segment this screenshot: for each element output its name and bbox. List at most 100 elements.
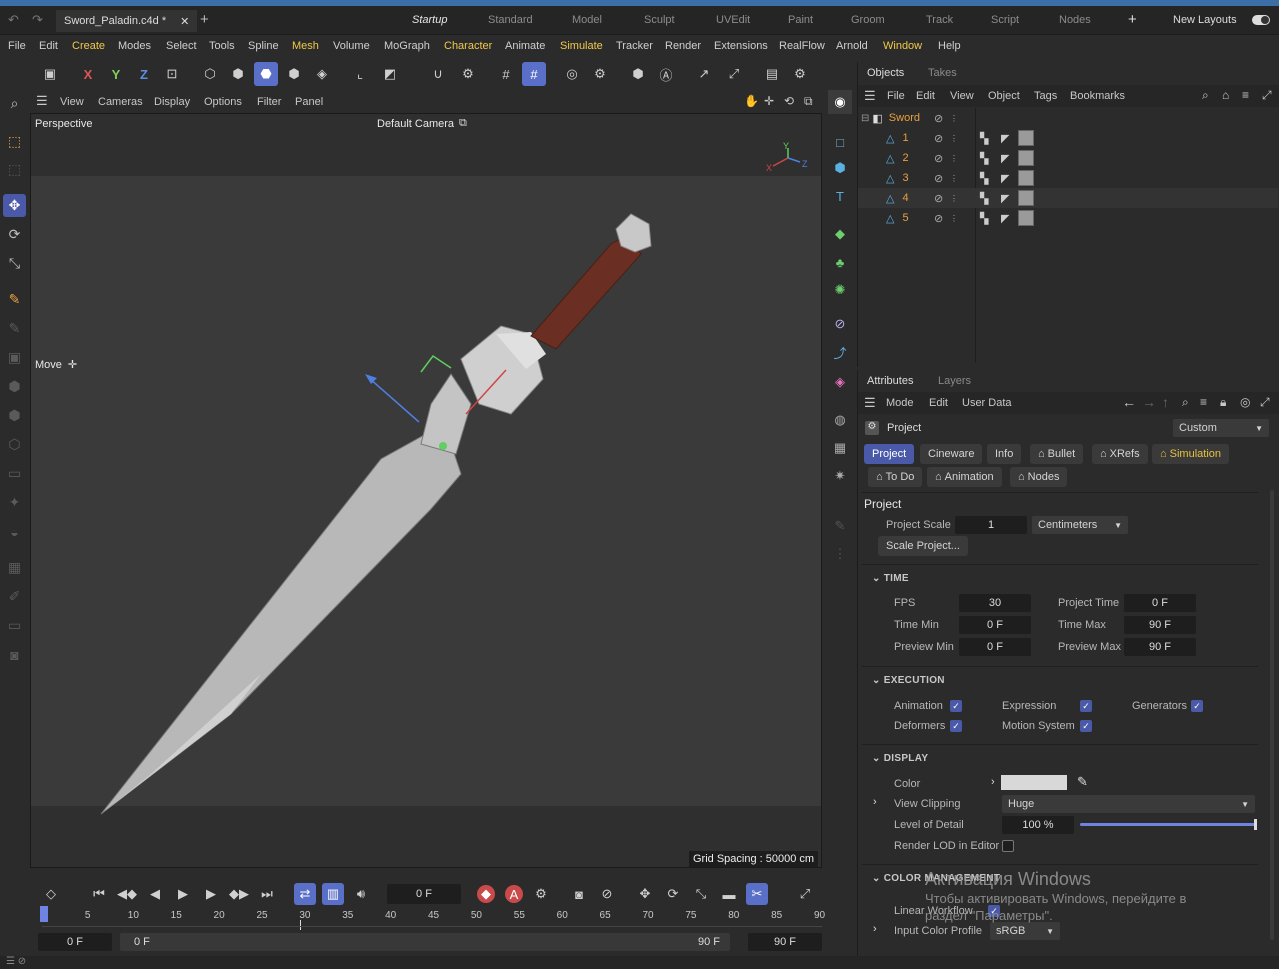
key-pla-icon[interactable]: ✂ [746,883,768,905]
tab-bullet-button[interactable]: ⌂ Bullet [1030,444,1084,464]
visibility-dots-icon[interactable]: ⋮ [950,154,958,163]
key-param-icon[interactable]: ▬ [718,883,740,905]
coordinate-system-icon[interactable]: ⊡ [160,62,184,86]
key-filter-icon[interactable]: ⊘ [596,883,618,905]
back-arrow-icon[interactable]: ← [1122,394,1136,410]
viewport-menu-display[interactable]: Display [154,96,190,108]
section-execution-title[interactable]: ⌄ EXECUTION [872,675,945,686]
key-scale-icon[interactable]: ⤡ [690,883,712,905]
objects-menu-bookmarks[interactable]: Bookmarks [1070,90,1125,102]
uvw-tag-icon[interactable]: ◤ [1001,172,1009,185]
magnet-icon[interactable]: ◒ [3,520,26,543]
menu-help[interactable]: Help [938,40,961,52]
current-frame-input[interactable]: 0 F [387,884,461,904]
home-icon[interactable]: ⌂ [1222,88,1229,102]
previous-key-icon[interactable]: ◀◆ [116,883,138,905]
text-spline-icon[interactable]: T [828,184,852,208]
layout-tab-paint[interactable]: Paint [788,14,813,26]
object-name[interactable]: Sword [889,112,920,124]
workplane-grid-icon[interactable]: # [494,62,518,86]
object-row-root[interactable]: ⊟ ◧ Sword ⊘ ⋮ [858,108,1278,128]
new-layouts-label[interactable]: New Layouts [1173,14,1237,26]
next-frame-icon[interactable]: ▶ [200,883,222,905]
scene-nodes-icon[interactable]: ◈ [828,370,852,394]
add-tab-icon[interactable]: + [200,11,209,28]
knife-tool-icon[interactable]: ✎ [3,288,26,311]
forward-arrow-icon[interactable]: → [1142,394,1156,410]
dolly-icon[interactable]: ✛ [764,94,774,108]
menu-file[interactable]: File [8,40,26,52]
menu-simulate[interactable]: Simulate [560,40,603,52]
rotate-tool-icon[interactable]: ⟳ [3,223,26,246]
objects-hamburger-icon[interactable]: ☰ [864,88,876,104]
phong-tag-icon[interactable]: ▚ [980,172,988,185]
object-row[interactable]: △ 5 ⊘ ⋮ ▚ ◤ [858,208,1278,228]
lock-z-axis-button[interactable]: Z [132,62,156,86]
edit-visibility-icon[interactable]: ⊘ [934,152,943,165]
input-color-profile-dropdown[interactable]: sRGB ▼ [990,922,1060,940]
layer-icon[interactable]: ▭ [3,614,26,637]
points-mode-icon[interactable]: ⬡ [198,62,222,86]
edit-visibility-icon[interactable]: ⊘ [934,212,943,225]
extrude-icon[interactable]: ⬢ [3,375,26,398]
menu-modes[interactable]: Modes [118,40,151,52]
paint-icon[interactable]: ▦ [3,556,26,579]
attributes-search-icon[interactable]: ⌕ [1182,395,1189,410]
layout-toggle[interactable] [1252,15,1270,25]
objects-menu-file[interactable]: File [887,90,905,102]
attributes-menu-user-data[interactable]: User Data [962,397,1012,409]
filter-icon[interactable]: ≡ [1242,88,1249,102]
edit-visibility-icon[interactable]: ⊘ [934,192,943,205]
key-rotation-icon[interactable]: ⟳ [662,883,684,905]
chevron-right-icon[interactable]: › [873,923,877,935]
snap-magnet-icon[interactable]: ∪ [426,62,450,86]
tab-cineware-button[interactable]: Cineware [920,444,983,464]
bevel-icon[interactable]: ⬢ [3,404,26,427]
previous-frame-icon[interactable]: ◀ [144,883,166,905]
layout-tab-startup[interactable]: Startup [412,14,447,26]
layout-tab-uvedit[interactable]: UVEdit [716,14,750,26]
attributes-hamburger-icon[interactable]: ☰ [864,395,876,411]
scale-project-button[interactable]: Scale Project... [878,536,968,556]
deformers-checkbox[interactable]: ✓ [950,720,962,732]
render-settings-icon[interactable]: ⚙ [788,62,812,86]
export-icon[interactable]: ↗ [692,62,716,86]
keyframe-diamond-icon[interactable]: ◇ [40,883,62,905]
menu-realflow[interactable]: RealFlow [779,40,825,52]
sketch-icon[interactable]: ✎ [828,514,852,538]
layout-tab-script[interactable]: Script [991,14,1019,26]
sword-model[interactable] [100,213,652,815]
environment-icon[interactable]: ◍ [828,408,852,432]
make-editable-icon[interactable]: ▣ [38,62,62,86]
uvw-tag-icon[interactable]: ◤ [1001,152,1009,165]
polygon-pen-icon[interactable]: ▣ [3,346,26,369]
hamburger-icon[interactable]: ☰ [36,93,48,109]
settings-ring-icon[interactable]: ◎ [1240,395,1250,409]
tab-takes[interactable]: Takes [928,67,957,79]
lock-icon[interactable]: 🔒︎ [1220,395,1226,410]
visibility-dots-icon[interactable]: ⋮ [950,214,958,223]
tab-layers[interactable]: Layers [938,375,971,387]
playhead[interactable] [40,906,48,922]
material-tag-icon[interactable] [1018,130,1034,146]
preset-dropdown[interactable]: Custom ▼ [1173,419,1269,437]
menu-create[interactable]: Create [72,40,105,52]
edit-visibility-icon[interactable]: ⊘ [934,132,943,145]
object-name[interactable]: 3 [902,172,908,184]
tab-animation-button[interactable]: ⌂ Animation [927,467,1002,487]
snap-settings-icon[interactable]: ⚙ [456,62,480,86]
section-display-title[interactable]: ⌄ DISPLAY [872,753,928,764]
search-icon[interactable]: ⌕ [3,92,26,115]
add-layout-icon[interactable]: + [1128,11,1137,28]
material-tag-icon[interactable] [1018,150,1034,166]
move-tool-icon[interactable]: ✥ [3,194,26,217]
edit-visibility-icon[interactable]: ⊘ [934,172,943,185]
go-to-start-icon[interactable]: ⏮ [88,883,110,905]
object-name[interactable]: 4 [902,192,908,204]
object-name[interactable]: 1 [902,132,908,144]
object-row[interactable]: △ 2 ⊘ ⋮ ▚ ◤ [858,148,1278,168]
render-region-icon[interactable]: ⤢ [722,62,746,86]
axis-mode-icon[interactable]: ⌞ [348,62,372,86]
layout-tab-standard[interactable]: Standard [488,14,533,26]
motion-system-checkbox[interactable]: ✓ [1080,720,1092,732]
